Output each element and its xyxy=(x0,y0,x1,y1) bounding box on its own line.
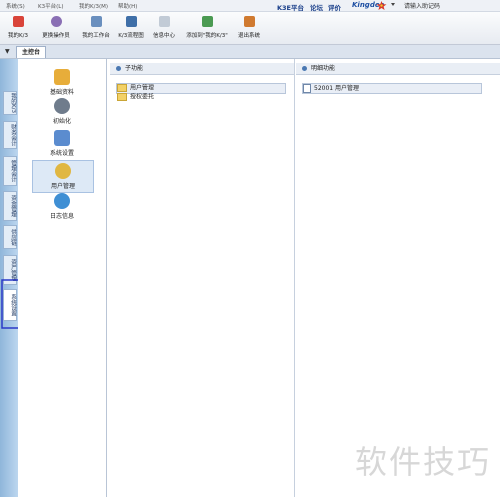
vtab-financial-accounting[interactable]: 财务会计 xyxy=(3,121,17,149)
link-forum[interactable]: 论坛 xyxy=(310,2,323,12)
folder-icon xyxy=(117,93,127,101)
subfunction-header: 子功能 xyxy=(110,63,294,75)
watermark-text: 软件技巧 xyxy=(355,443,492,481)
nav-item-initialization[interactable]: 初始化 xyxy=(32,98,92,125)
detail-item-user-management[interactable]: 52001 用户管理 xyxy=(302,83,482,94)
mnemonic-search-input[interactable]: 请输入助记码 xyxy=(404,1,474,10)
folder-icon xyxy=(117,84,127,92)
menu-k3-platform[interactable]: K3平台(L) xyxy=(38,2,63,10)
list-item-label: 授权委托 xyxy=(130,93,155,101)
tab-main-console[interactable]: 主控台 xyxy=(16,46,47,58)
nav-item-basic-data[interactable]: 基础资料 xyxy=(32,69,92,96)
log-globe-icon xyxy=(54,193,70,209)
info-center-button[interactable]: 信息中心 xyxy=(149,14,179,42)
star-logo-icon xyxy=(376,1,387,10)
vtab-supply-chain[interactable]: 供应链 xyxy=(3,225,17,249)
subfunction-item-user-management[interactable]: 用户管理 xyxy=(116,83,286,94)
my-workbench-label: 我的工作台 xyxy=(82,33,110,39)
vtab-my-k3[interactable]: 我的K/3 xyxy=(3,91,17,115)
menu-system[interactable]: 系统(S) xyxy=(6,2,25,10)
switch-operator-button[interactable]: 更换操作员 xyxy=(38,14,74,42)
nav-item-label: 用户管理 xyxy=(50,183,75,190)
subfunction-pane: 子功能 用户管理 授权委托 xyxy=(110,59,295,497)
pencil-icon xyxy=(90,16,102,27)
my-workbench-button[interactable]: 我的工作台 xyxy=(78,14,114,42)
k3-flowchart-button[interactable]: K/3流程图 xyxy=(115,14,147,42)
subfunction-item-authorization[interactable]: 授权委托 xyxy=(117,93,154,102)
chevron-down-icon[interactable]: ▼ xyxy=(5,48,10,55)
subfunction-header-label: 子功能 xyxy=(125,65,144,72)
helper-dropdown-icon[interactable] xyxy=(391,3,395,6)
add-to-my-k3-label: 添加到"我的K/3" xyxy=(186,33,228,39)
nav-item-system-settings[interactable]: 系统设置 xyxy=(32,130,92,157)
nav-item-label: 初始化 xyxy=(52,118,71,125)
computer-icon xyxy=(54,130,70,146)
bullet-icon xyxy=(116,66,121,71)
info-center-label: 信息中心 xyxy=(152,33,175,39)
list-item-label: 52001 用户管理 xyxy=(314,85,359,92)
detail-header: 明细功能 xyxy=(296,63,500,75)
my-k3-label: 我的K/3 xyxy=(8,33,28,39)
vtab-fund-management[interactable]: 资金管理 xyxy=(3,191,17,221)
basic-data-icon xyxy=(54,69,70,85)
gear-icon xyxy=(54,98,70,114)
menu-bar: 系统(S) K3平台(L) 我的K/3(M) 帮助(H) K3E平台 论坛 评价… xyxy=(0,0,500,12)
my-k3-icon xyxy=(12,16,24,27)
exit-system-button[interactable]: 退出系统 xyxy=(234,14,264,42)
link-review[interactable]: 评价 xyxy=(328,2,341,12)
envelope-icon xyxy=(158,16,170,27)
users-icon xyxy=(50,16,62,27)
document-icon xyxy=(303,84,311,93)
tab-strip: ▼ 主控台 xyxy=(0,45,500,59)
add-favorite-icon xyxy=(201,16,213,27)
nav-item-log-info[interactable]: 日志信息 xyxy=(32,193,92,220)
detail-header-label: 明细功能 xyxy=(311,65,336,72)
toolbar: 我的K/3 更换操作员 我的工作台 K/3流程图 信息中心 添加到"我的K/3"… xyxy=(0,12,500,45)
flowchart-icon xyxy=(125,16,137,27)
add-to-my-k3-button[interactable]: 添加到"我的K/3" xyxy=(182,14,232,42)
list-item-label: 用户管理 xyxy=(130,84,155,92)
nav-item-label: 基础资料 xyxy=(49,89,74,96)
bullet-icon xyxy=(302,66,307,71)
my-k3-button[interactable]: 我的K/3 xyxy=(3,14,33,42)
menu-help[interactable]: 帮助(H) xyxy=(118,2,137,10)
nav-item-label: 日志信息 xyxy=(49,213,74,220)
exit-icon xyxy=(243,16,255,27)
exit-system-label: 退出系统 xyxy=(237,33,260,39)
detail-function-pane: 明细功能 52001 用户管理 xyxy=(296,59,500,497)
vtab-management-accounting[interactable]: 管理会计 xyxy=(3,156,17,186)
nav-item-label: 系统设置 xyxy=(49,150,74,157)
link-k3e-platform[interactable]: K3E平台 xyxy=(277,2,304,12)
module-nav-panel: 基础资料 初始化 系统设置 用户管理 日志信息 xyxy=(18,59,107,497)
user-icon xyxy=(55,163,71,179)
nav-item-user-management[interactable]: 用户管理 xyxy=(32,160,94,193)
switch-operator-label: 更换操作员 xyxy=(42,33,70,39)
menu-my-k3[interactable]: 我的K/3(M) xyxy=(79,2,108,10)
k3-flowchart-label: K/3流程图 xyxy=(118,33,144,39)
